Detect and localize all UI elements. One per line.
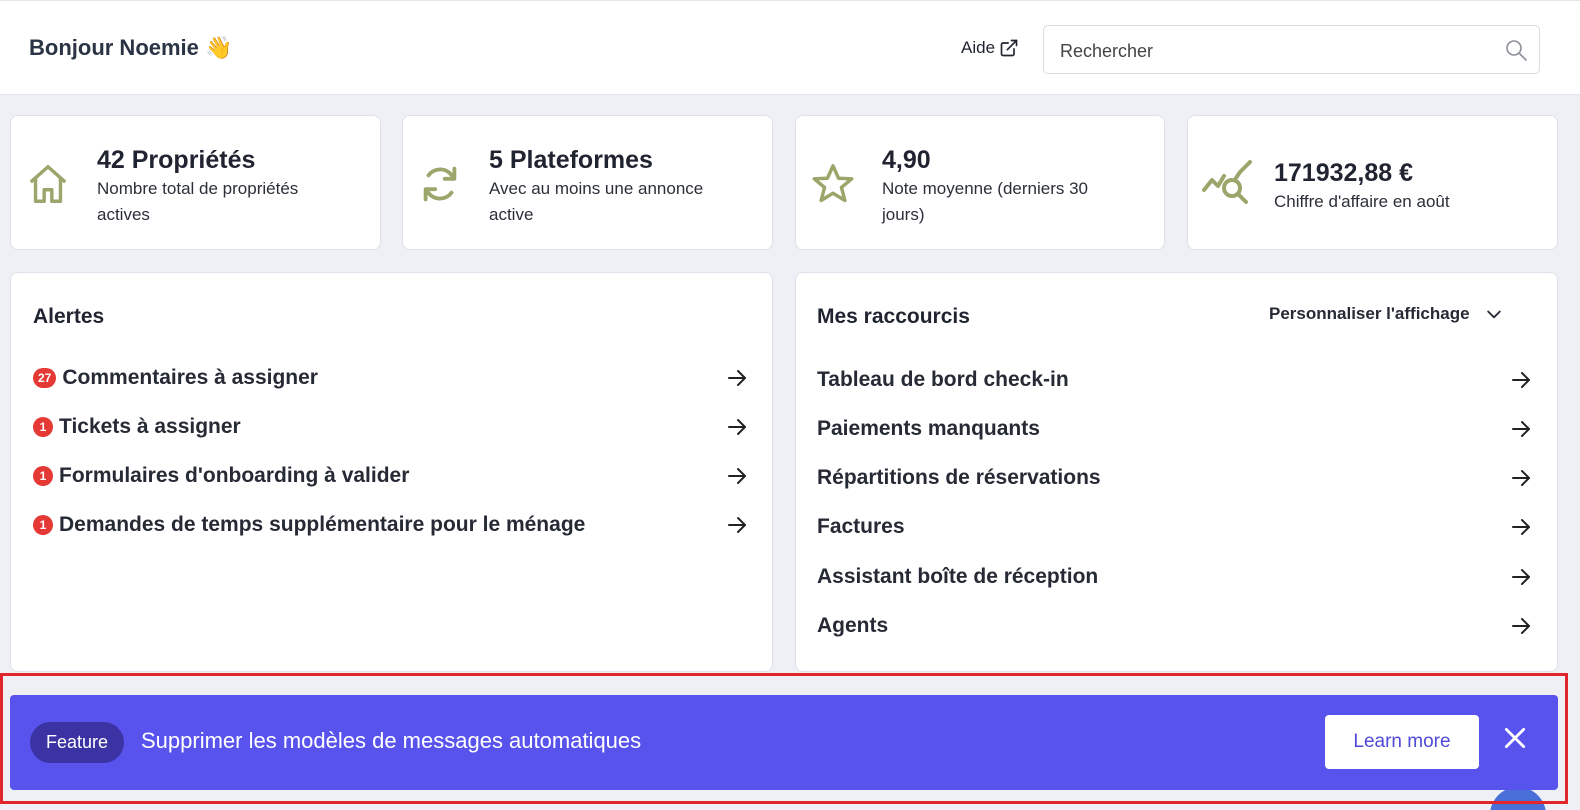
arrow-right-icon[interactable] — [725, 464, 749, 488]
stat-subtitle: Note moyenne (derniers 30 jours) — [882, 176, 1088, 228]
stat-subtitle: Chiffre d'affaire en août — [1274, 189, 1450, 215]
arrow-right-icon[interactable] — [1509, 565, 1533, 589]
stat-title: 171932,88 € — [1274, 159, 1414, 187]
shortcut-label: Répartitions de réservations — [817, 466, 1101, 489]
arrow-right-icon[interactable] — [1509, 515, 1533, 539]
stat-title: 4,90 — [882, 146, 931, 174]
help-link[interactable]: Aide — [961, 38, 1019, 58]
sync-icon — [423, 166, 457, 202]
stat-title: 42 Propriétés — [97, 146, 256, 174]
shortcut-item-checkin-dashboard[interactable]: Tableau de bord check-in — [817, 365, 1533, 395]
search-icon[interactable] — [1504, 38, 1528, 62]
analytics-icon — [1202, 160, 1252, 204]
alerts-title: Alertes — [33, 305, 105, 328]
customize-label: Personnaliser l'affichage — [1269, 304, 1470, 323]
arrow-right-icon[interactable] — [1509, 417, 1533, 441]
shortcut-item-invoices[interactable]: Factures — [817, 512, 1533, 542]
alert-item-cleaning-time[interactable]: 1 Demandes de temps supplémentaire pour … — [33, 510, 749, 540]
alert-label: Demandes de temps supplémentaire pour le… — [59, 513, 586, 536]
shortcut-item-booking-splits[interactable]: Répartitions de réservations — [817, 463, 1533, 493]
arrow-right-icon[interactable] — [1509, 368, 1533, 392]
shortcut-item-missing-payments[interactable]: Paiements manquants — [817, 414, 1533, 444]
count-badge: 27 — [33, 368, 57, 388]
arrow-right-icon[interactable] — [725, 513, 749, 537]
waving-hand-icon: 👋 — [205, 35, 233, 60]
alert-item-tickets[interactable]: 1 Tickets à assigner — [33, 412, 749, 442]
stat-card-revenue: 171932,88 € Chiffre d'affaire en août — [1187, 115, 1558, 250]
count-badge: 1 — [33, 515, 53, 535]
greeting: Bonjour Noemie 👋 — [29, 35, 232, 61]
external-link-icon — [1000, 39, 1018, 57]
customize-display-dropdown[interactable]: Personnaliser l'affichage — [1269, 304, 1504, 324]
stat-card-properties: 42 Propriétés Nombre total de propriétés… — [10, 115, 381, 250]
alert-label: Commentaires à assigner — [62, 366, 318, 389]
arrow-right-icon[interactable] — [1509, 466, 1533, 490]
stat-subtitle-line: active — [489, 205, 534, 224]
stat-subtitle-line: jours) — [882, 205, 925, 224]
stat-subtitle-line: Note moyenne (derniers 30 — [882, 179, 1089, 198]
chevron-down-icon — [1486, 310, 1501, 319]
alert-item-comments[interactable]: 27 Commentaires à assigner — [33, 363, 749, 393]
shortcut-item-inbox-assistant[interactable]: Assistant boîte de réception — [817, 562, 1533, 592]
count-badge: 1 — [33, 466, 53, 486]
star-icon — [812, 164, 854, 203]
search-box[interactable] — [1043, 25, 1540, 74]
shortcuts-title: Mes raccourcis — [817, 305, 970, 328]
count-badge: 1 — [33, 417, 53, 437]
highlight-frame — [0, 673, 1568, 804]
greeting-text: Bonjour Noemie — [29, 35, 199, 60]
shortcut-label: Agents — [817, 614, 889, 637]
top-bar: Bonjour Noemie 👋 Aide — [0, 0, 1580, 95]
stat-subtitle-line: actives — [97, 205, 150, 224]
arrow-right-icon[interactable] — [725, 366, 749, 390]
stat-subtitle: Nombre total de propriétés actives — [97, 176, 298, 228]
stat-subtitle: Avec au moins une annonce active — [489, 176, 703, 228]
alert-item-onboarding[interactable]: 1 Formulaires d'onboarding à valider — [33, 461, 749, 491]
search-input[interactable] — [1060, 38, 1480, 64]
home-icon — [29, 165, 67, 203]
alerts-panel: Alertes 27 Commentaires à assigner 1 Tic… — [10, 272, 773, 672]
shortcut-label: Tableau de bord check-in — [817, 368, 1069, 391]
alert-label: Formulaires d'onboarding à valider — [59, 464, 410, 487]
stat-subtitle-line: Nombre total de propriétés — [97, 179, 299, 198]
help-label: Aide — [961, 38, 996, 57]
stat-card-rating: 4,90 Note moyenne (derniers 30 jours) — [795, 115, 1165, 250]
shortcut-label: Factures — [817, 515, 905, 538]
stat-subtitle-line: Chiffre d'affaire en août — [1274, 192, 1450, 211]
shortcut-item-agents[interactable]: Agents — [817, 611, 1533, 641]
stat-title: 5 Plateformes — [489, 146, 653, 174]
shortcut-label: Assistant boîte de réception — [817, 565, 1099, 588]
arrow-right-icon[interactable] — [725, 415, 749, 439]
alert-label: Tickets à assigner — [59, 415, 241, 438]
stat-subtitle-line: Avec au moins une annonce — [489, 179, 704, 198]
stat-card-platforms: 5 Plateformes Avec au moins une annonce … — [402, 115, 773, 250]
arrow-right-icon[interactable] — [1509, 614, 1533, 638]
shortcut-label: Paiements manquants — [817, 417, 1040, 440]
